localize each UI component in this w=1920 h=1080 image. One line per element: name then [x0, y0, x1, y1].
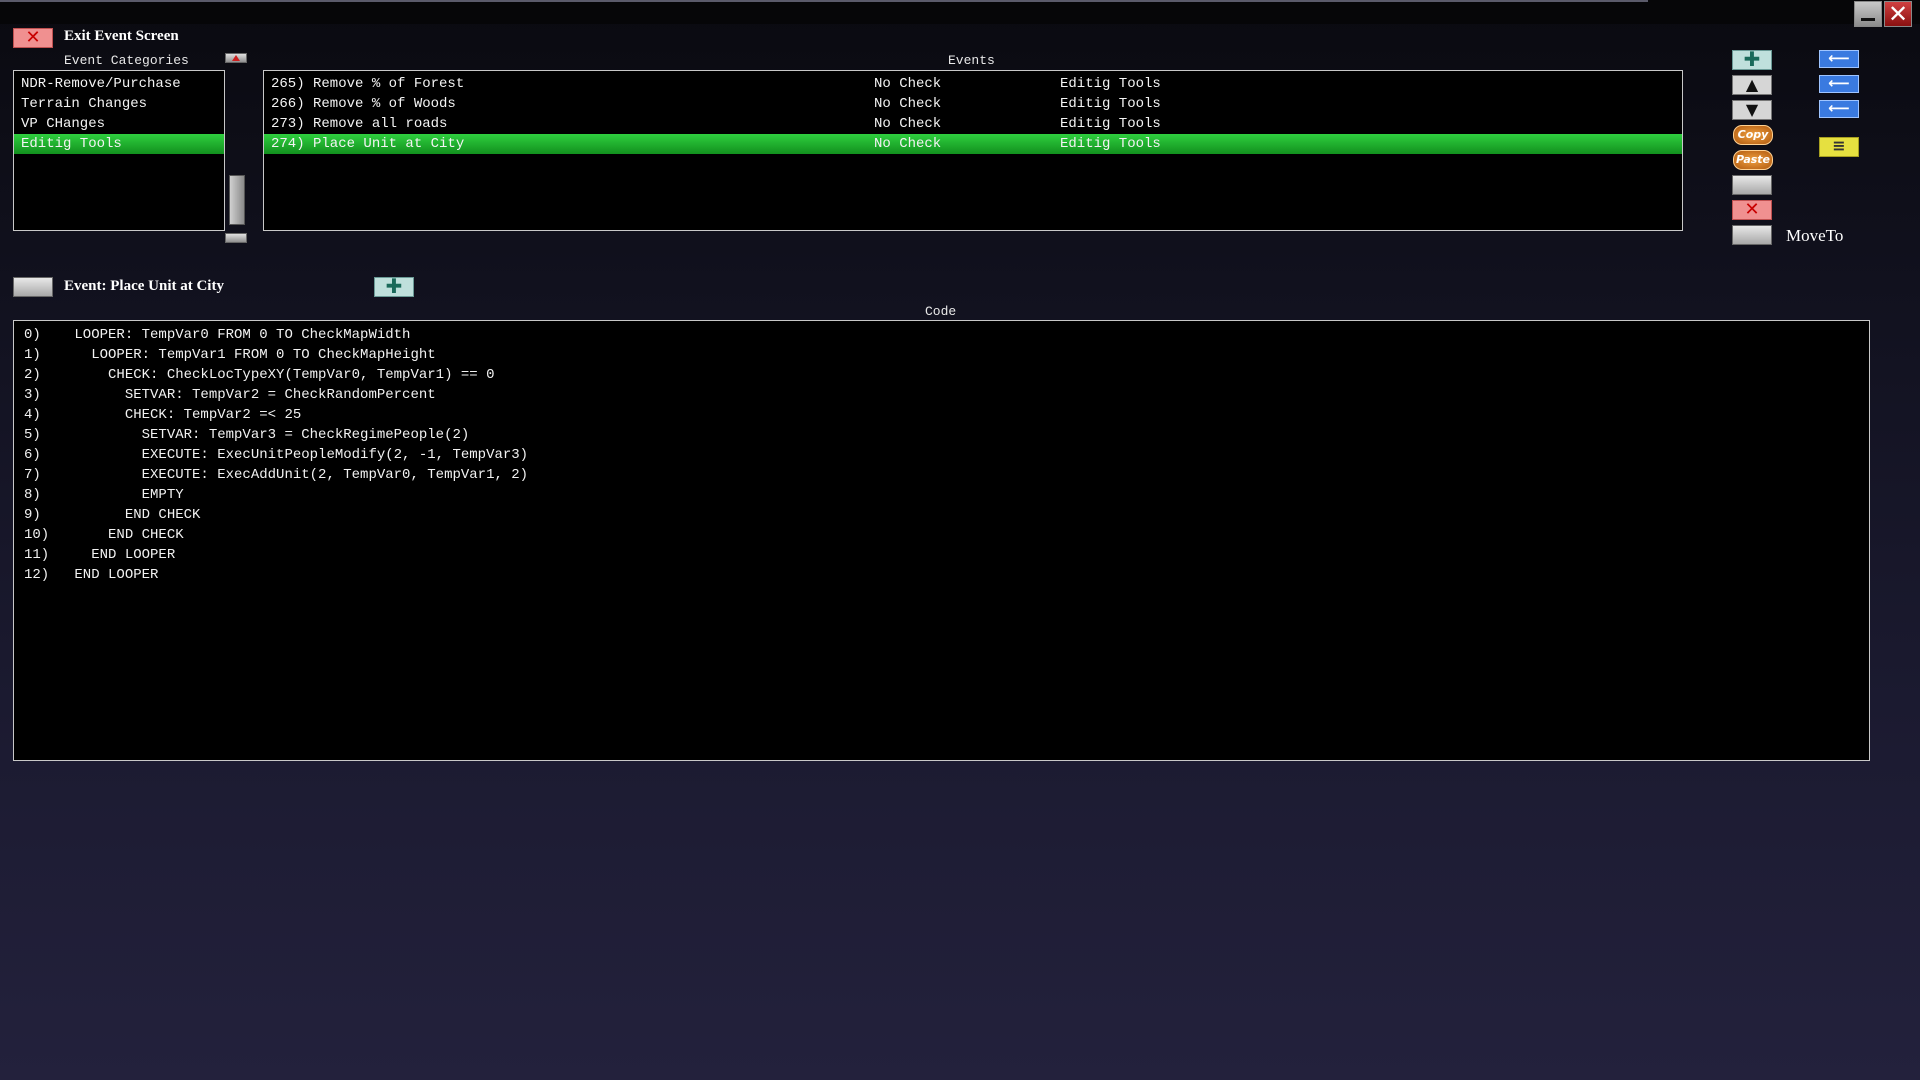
code-line[interactable]: 5) SETVAR: TempVar3 = CheckRegimePeople(…: [24, 425, 469, 445]
equals-button[interactable]: ≡: [1819, 137, 1859, 157]
copy-button[interactable]: Copy: [1733, 125, 1773, 145]
event-check: No Check: [874, 116, 942, 132]
code-line[interactable]: 3) SETVAR: TempVar2 = CheckRandomPercent: [24, 385, 436, 405]
moveto-label: MoveTo: [1786, 226, 1844, 245]
event-category: Editig Tools: [1060, 116, 1161, 132]
delete-event-button[interactable]: ✕: [1732, 200, 1772, 220]
close-icon: ✕: [1887, 0, 1909, 28]
event-categories-list[interactable]: NDR-Remove/Purchase Terrain Changes VP C…: [13, 70, 225, 231]
arrow-left-icon: ⟵: [1828, 99, 1850, 117]
event-category: Editig Tools: [1060, 96, 1161, 112]
event-name: 274) Place Unit at City: [271, 136, 465, 152]
event-row[interactable]: 273) Remove all roads No Check Editig To…: [264, 114, 1682, 134]
code-line[interactable]: 6) EXECUTE: ExecUnitPeopleModify(2, -1, …: [24, 445, 528, 465]
arrow-left-button-1[interactable]: ⟵: [1819, 50, 1859, 68]
code-title: Code: [925, 304, 957, 319]
triangle-up-icon: ▲: [1745, 75, 1759, 94]
event-check: No Check: [874, 96, 942, 112]
scrollbar-thumb[interactable]: [229, 175, 245, 225]
code-line[interactable]: 11) END LOOPER: [24, 545, 175, 565]
event-row[interactable]: 265) Remove % of Forest No Check Editig …: [264, 74, 1682, 94]
code-line[interactable]: 0) LOOPER: TempVar0 FROM 0 TO CheckMapWi…: [24, 325, 410, 345]
event-title: Event: Place Unit at City: [64, 278, 224, 294]
exit-event-screen-label: Exit Event Screen: [64, 28, 179, 44]
triangle-down-icon: ▼: [1745, 100, 1759, 119]
title-bar: [0, 0, 1920, 24]
event-category: Editig Tools: [1060, 136, 1161, 152]
window-close-button[interactable]: ✕: [1884, 1, 1912, 27]
code-line[interactable]: 9) END CHECK: [24, 505, 200, 525]
scroll-up-button[interactable]: [225, 53, 247, 63]
event-name: 273) Remove all roads: [271, 116, 448, 132]
event-row[interactable]: 266) Remove % of Woods No Check Editig T…: [264, 94, 1682, 114]
arrow-left-button-3[interactable]: ⟵: [1819, 100, 1859, 118]
code-line[interactable]: 1) LOOPER: TempVar1 FROM 0 TO CheckMapHe…: [24, 345, 436, 365]
event-name: 266) Remove % of Woods: [271, 96, 456, 112]
add-event-button[interactable]: ✚: [1732, 47, 1772, 71]
exit-event-screen-button[interactable]: ✕: [13, 28, 53, 48]
paste-button[interactable]: Paste: [1733, 150, 1773, 170]
add-code-line-button[interactable]: ✚: [374, 274, 414, 298]
blank-button[interactable]: [1732, 175, 1772, 195]
arrow-left-icon: ⟵: [1828, 49, 1850, 67]
events-title: Events: [948, 53, 995, 68]
close-icon: ✕: [1744, 199, 1760, 220]
event-category: Editig Tools: [1060, 76, 1161, 92]
code-line[interactable]: 2) CHECK: CheckLocTypeXY(TempVar0, TempV…: [24, 365, 494, 385]
close-icon: ✕: [25, 27, 41, 48]
minimize-button[interactable]: [1854, 1, 1882, 27]
event-row-selected[interactable]: 274) Place Unit at City No Check Editig …: [264, 134, 1682, 154]
code-line[interactable]: 10) END CHECK: [24, 525, 184, 545]
code-line[interactable]: 12) END LOOPER: [24, 565, 158, 585]
plus-icon: ✚: [385, 274, 403, 298]
scroll-down-button[interactable]: [225, 233, 247, 243]
event-check: No Check: [874, 136, 942, 152]
event-name: 265) Remove % of Forest: [271, 76, 465, 92]
arrow-left-button-2[interactable]: ⟵: [1819, 75, 1859, 93]
equals-icon: ≡: [1832, 136, 1846, 155]
event-check: No Check: [874, 76, 942, 92]
event-categories-title: Event Categories: [64, 53, 189, 68]
code-line[interactable]: 8) EMPTY: [24, 485, 184, 505]
move-down-button[interactable]: ▼: [1732, 100, 1772, 120]
title-bar-line: [0, 0, 1648, 2]
move-up-button[interactable]: ▲: [1732, 75, 1772, 95]
code-line[interactable]: 4) CHECK: TempVar2 =< 25: [24, 405, 301, 425]
arrow-left-icon: ⟵: [1828, 74, 1850, 92]
plus-icon: ✚: [1743, 47, 1761, 71]
moveto-button[interactable]: [1732, 225, 1772, 245]
category-item-selected[interactable]: Editig Tools: [14, 134, 224, 154]
code-editor[interactable]: 0) LOOPER: TempVar0 FROM 0 TO CheckMapWi…: [13, 320, 1870, 761]
event-toggle-button[interactable]: [13, 277, 53, 297]
category-item[interactable]: Terrain Changes: [14, 94, 224, 114]
code-line[interactable]: 7) EXECUTE: ExecAddUnit(2, TempVar0, Tem…: [24, 465, 528, 485]
category-item[interactable]: VP CHanges: [14, 114, 224, 134]
category-item[interactable]: NDR-Remove/Purchase: [14, 74, 224, 94]
events-list[interactable]: 265) Remove % of Forest No Check Editig …: [263, 70, 1683, 231]
